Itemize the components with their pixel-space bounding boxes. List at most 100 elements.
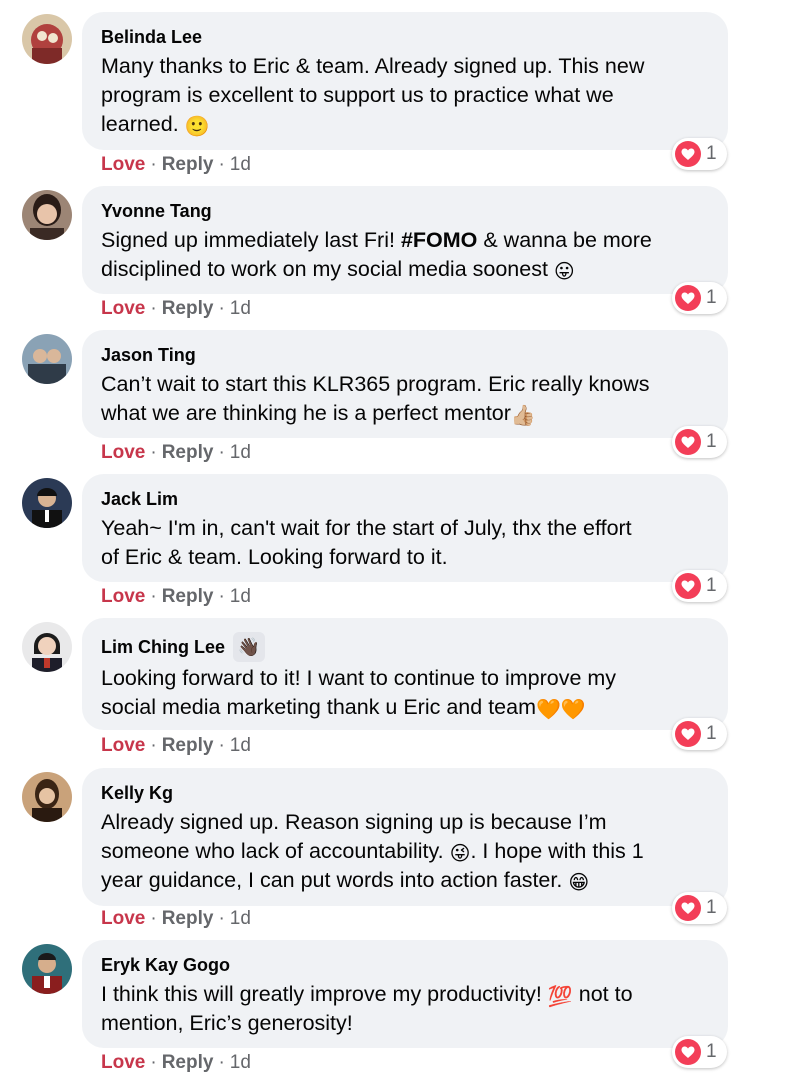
reaction-summary[interactable]: 1 [672,718,727,750]
comment-bubble: Jason Ting Can’t wait to start this KLR3… [82,330,728,438]
comment-author[interactable]: Kelly Kg [101,782,708,804]
reply-button[interactable]: Reply [162,442,214,464]
comment-timestamp[interactable]: 1d [230,442,251,464]
reaction-count: 1 [706,287,717,308]
comment-text-line: Yeah~ I'm in, can't wait for the start o… [101,516,632,540]
comment-author[interactable]: Eryk Kay Gogo [101,954,708,976]
comment-text-line: someone who lack of accountability. [101,839,450,863]
comment-timestamp[interactable]: 1d [230,1052,251,1074]
reply-button[interactable]: Reply [162,1052,214,1074]
comment-bubble: Jack Lim Yeah~ I'm in, can't wait for th… [82,474,728,582]
comment-text-line: disciplined to work on my social media s… [101,257,554,281]
comment-bubble: Lim Ching Lee 👋🏿 Looking forward to it! I… [82,618,728,730]
comment-actions: Love · Reply · 1d [101,586,251,608]
love-button[interactable]: Love [101,298,145,320]
love-button[interactable]: Love [101,908,145,930]
heart-icon [675,141,701,167]
comment-actions: Love · Reply · 1d [101,1052,251,1074]
comment-text-line: learned. [101,112,185,136]
avatar[interactable] [22,944,72,994]
comment-text-line: social media marketing thank u Eric and … [101,695,536,719]
comment-text: Can’t wait to start this KLR365 program.… [101,370,708,428]
comment-actions: Love · Reply · 1d [101,735,251,757]
reaction-count: 1 [706,723,717,744]
love-button[interactable]: Love [101,735,145,757]
comment-timestamp[interactable]: 1d [230,154,251,176]
comment-author[interactable]: Jason Ting [101,344,708,366]
comment-text-line: Looking forward to it! I want to continu… [101,666,617,690]
reaction-summary[interactable]: 1 [672,282,727,314]
grin-emoji-icon: 😁 [568,872,590,894]
comment-timestamp[interactable]: 1d [230,586,251,608]
avatar[interactable] [22,478,72,528]
comment-timestamp[interactable]: 1d [230,298,251,320]
waving-hand-icon: 👋🏿 [233,632,266,662]
author-name: Lim Ching Lee [101,637,226,657]
comment-bubble: Belinda Lee Many thanks to Eric & team. … [82,12,728,150]
reply-button[interactable]: Reply [162,298,214,320]
reaction-summary[interactable]: 1 [672,892,727,924]
love-button[interactable]: Love [101,154,145,176]
author-name: Yvonne Tang [101,201,212,221]
heart-icon [675,1039,701,1065]
comment-timestamp[interactable]: 1d [230,735,251,757]
reaction-summary[interactable]: 1 [672,1036,727,1068]
comment-text-line: Many thanks to Eric & team. Already sign… [101,54,645,78]
reaction-count: 1 [706,897,717,918]
reply-button[interactable]: Reply [162,908,214,930]
author-name: Belinda Lee [101,27,203,47]
reaction-count: 1 [706,431,717,452]
heart-icon [675,429,701,455]
comment-text-line: what we are thinking he is a perfect men… [101,401,511,425]
reply-button[interactable]: Reply [162,154,214,176]
comment-bubble: Eryk Kay Gogo I think this will greatly … [82,940,728,1048]
author-name: Jack Lim [101,489,179,509]
comment-bubble: Kelly Kg Already signed up. Reason signi… [82,768,728,906]
reaction-count: 1 [706,575,717,596]
comment-text-line: mention, Eric’s generosity! [101,1011,353,1035]
reply-button[interactable]: Reply [162,735,214,757]
comment-actions: Love · Reply · 1d [101,442,251,464]
comment-actions: Love · Reply · 1d [101,298,251,320]
orange-heart-emoji-icon: 🧡🧡 [536,699,586,721]
comment-text-line: . I hope with this 1 [470,839,644,863]
comment-actions: Love · Reply · 1d [101,908,251,930]
smile-emoji-icon: 🙂 [184,116,210,138]
love-button[interactable]: Love [101,442,145,464]
comment-text-line: Signed up immediately last Fri! [101,228,401,252]
hashtag-link[interactable]: #FOMO [401,228,477,252]
author-name: Kelly Kg [101,783,174,803]
author-name: Jason Ting [101,345,196,365]
avatar[interactable] [22,772,72,822]
reaction-count: 1 [706,143,717,164]
comment-text-line: I think this will greatly improve my pro… [101,982,548,1006]
comment-text-line: not to [572,982,633,1006]
reply-button[interactable]: Reply [162,586,214,608]
heart-icon [675,721,701,747]
comment-author[interactable]: Belinda Lee [101,26,708,48]
comment-text: Signed up immediately last Fri! #FOMO & … [101,226,708,284]
reaction-summary[interactable]: 1 [672,570,727,602]
avatar[interactable] [22,622,72,672]
comment-text-line: of Eric & team. Looking forward to it. [101,545,448,569]
comment-text-line: & wanna be more [477,228,652,252]
reaction-summary[interactable]: 1 [672,138,727,170]
heart-icon [675,573,701,599]
comment-timestamp[interactable]: 1d [230,908,251,930]
comment-bubble: Yvonne Tang Signed up immediately last F… [82,186,728,294]
love-button[interactable]: Love [101,1052,145,1074]
author-name: Eryk Kay Gogo [101,955,231,975]
comment-actions: Love · Reply · 1d [101,154,251,176]
avatar[interactable] [22,14,72,64]
avatar[interactable] [22,334,72,384]
comment-author[interactable]: Yvonne Tang [101,200,708,222]
comment-author[interactable]: Lim Ching Lee 👋🏿 [101,632,708,662]
avatar[interactable] [22,190,72,240]
reaction-summary[interactable]: 1 [672,426,727,458]
comment-author[interactable]: Jack Lim [101,488,708,510]
comment-text: Looking forward to it! I want to continu… [101,664,708,722]
comment-text-line: Already signed up. Reason signing up is … [101,810,607,834]
love-button[interactable]: Love [101,586,145,608]
hundred-points-emoji-icon: 💯 [547,986,573,1008]
tongue-emoji-icon: 😛 [553,261,575,283]
